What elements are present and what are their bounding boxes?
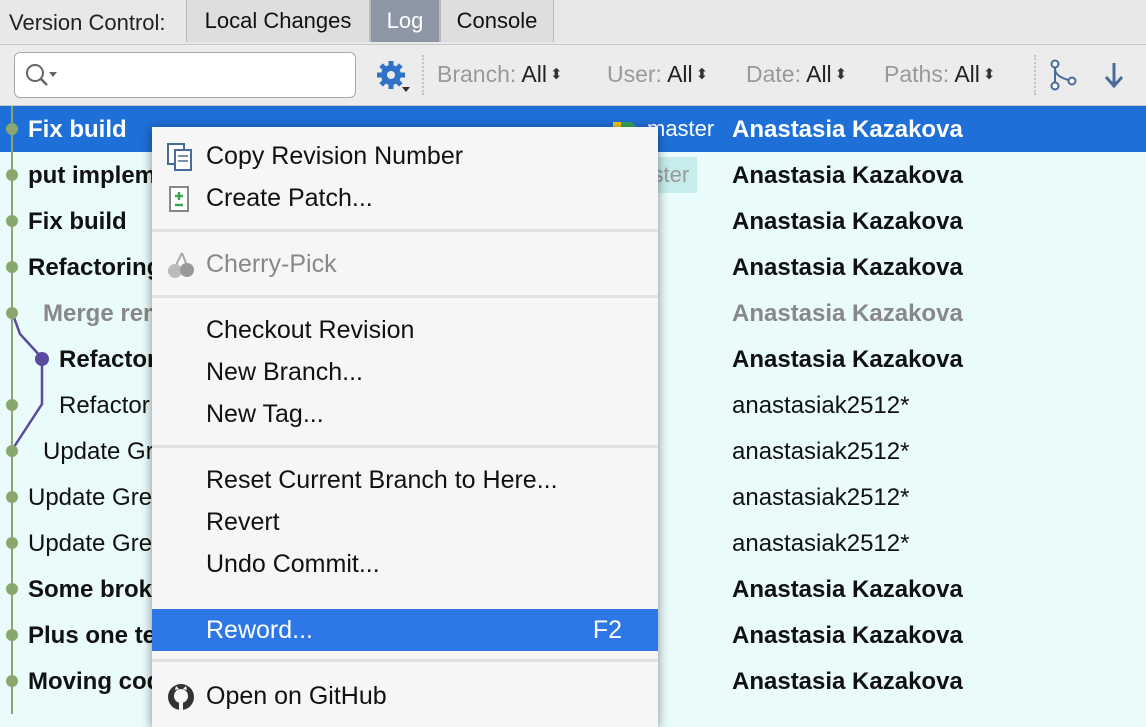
menu-item-checkout-revision[interactable]: Checkout Revision [152,309,658,351]
commit-author: Anastasia Kazakova [732,208,963,235]
tab-console[interactable]: Console [440,0,554,42]
copy-icon [167,143,192,171]
menu-item-new-branch[interactable]: New Branch... [152,351,658,393]
menu-item-undo-commit[interactable]: Undo Commit... [152,543,658,585]
commit-node [6,261,18,273]
commit-node [6,445,18,457]
commit-author: anastasiak2512* [732,484,910,511]
commit-node [6,675,18,687]
branch-filter-label: Branch: [437,61,517,87]
commit-node [35,352,49,366]
updown-arrow-icon: ⬍ [695,66,709,83]
cherry-icon [168,252,194,278]
search-box[interactable] [14,52,356,98]
menu-item-new-tag[interactable]: New Tag... [152,393,658,435]
commit-graph [6,106,49,714]
menu-separator [152,229,658,232]
commit-author: anastasiak2512* [732,438,910,465]
updown-arrow-icon: ⬍ [549,66,563,83]
search-input[interactable] [63,59,347,91]
updown-arrow-icon: ⬍ [834,66,848,83]
menu-separator [152,445,658,448]
user-filter[interactable]: User: All ⬍ [607,61,708,88]
tab-local-changes[interactable]: Local Changes [186,0,370,42]
updown-arrow-icon: ⬍ [982,66,996,83]
branch-graph-icon[interactable] [1048,59,1080,91]
menu-shortcut: F2 [592,616,622,644]
menu-item-cherry-pick[interactable]: Cherry-Pick [152,243,658,285]
arrow-down-icon[interactable] [1100,59,1128,93]
commit-node [6,169,18,181]
commit-author: Anastasia Kazakova [732,622,963,649]
date-filter-label: Date: [746,61,801,87]
commit-node [6,629,18,641]
commit-author: Anastasia Kazakova [732,162,963,189]
toolbar-separator [422,55,424,95]
context-menu: Copy Revision Number Create Patch... Che… [152,127,658,727]
menu-separator [152,659,658,662]
date-filter[interactable]: Date: All ⬍ [746,61,847,88]
menu-item-reset-branch[interactable]: Reset Current Branch to Here... [152,459,658,501]
date-filter-value: All [806,61,832,87]
commit-node [6,399,18,411]
commit-author: Anastasia Kazakova [732,300,963,327]
menu-item-reword[interactable]: Reword... F2 [152,609,658,651]
patch-icon [169,186,189,212]
log-toolbar: Branch: All ⬍ User: All ⬍ Date: All ⬍ Paths… [0,45,1146,107]
settings-gear-icon[interactable] [376,61,412,95]
commit-author: Anastasia Kazakova [732,346,963,373]
toolbar-separator [1034,55,1036,95]
user-filter-value: All [667,61,693,87]
version-control-label: Version Control: [9,10,166,35]
menu-item-copy-revision[interactable]: Copy Revision Number [152,135,658,177]
paths-filter[interactable]: Paths: All ⬍ [884,61,995,88]
search-icon [26,64,57,86]
menu-separator [152,295,658,298]
commit-node [6,307,18,319]
user-filter-label: User: [607,61,662,87]
commit-author: Anastasia Kazakova [732,576,963,603]
commit-node [6,537,18,549]
version-control-tabbar: Version Control: Local Changes Log Conso… [0,0,1146,45]
commit-author: Anastasia Kazakova [732,116,963,143]
menu-item-open-github[interactable]: Open on GitHub [152,675,658,717]
branch-filter-value: All [521,61,547,87]
commit-author: Anastasia Kazakova [732,668,963,695]
commit-node [6,215,18,227]
github-icon [168,684,194,710]
commit-node [6,583,18,595]
commit-node [6,123,18,135]
branch-filter[interactable]: Branch: All ⬍ [437,61,563,88]
commit-author: anastasiak2512* [732,392,910,419]
menu-item-revert[interactable]: Revert [152,501,658,543]
tab-log[interactable]: Log [370,0,440,42]
paths-filter-label: Paths: [884,61,950,87]
commit-author: anastasiak2512* [732,530,910,557]
paths-filter-value: All [954,61,980,87]
commit-node [6,491,18,503]
menu-item-create-patch[interactable]: Create Patch... [152,177,658,219]
commit-author: Anastasia Kazakova [732,254,963,281]
